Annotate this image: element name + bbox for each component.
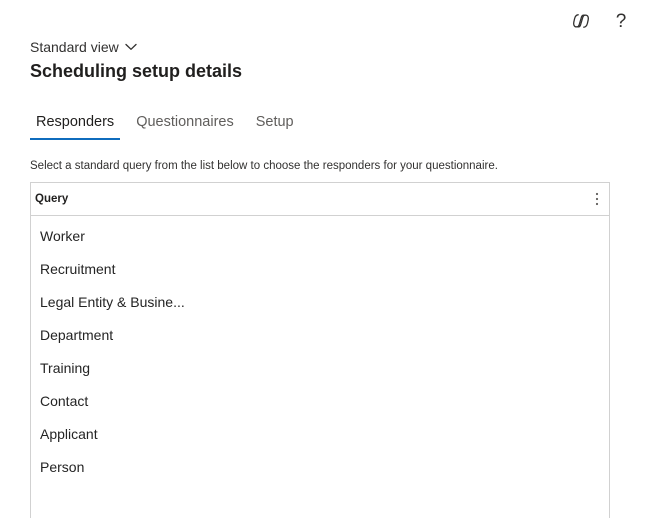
view-selector[interactable]: Standard view [30,39,137,55]
copilot-icon-graphic [573,14,589,28]
grid-row-training[interactable]: Training [31,351,609,384]
help-icon[interactable]: ? [610,10,632,32]
grid-body: Worker Recruitment Legal Entity & Busine… [31,216,609,483]
tab-setup[interactable]: Setup [250,108,300,140]
top-icon-bar: ? [570,10,632,32]
grid-row-person[interactable]: Person [31,450,609,483]
grid-header: Query [31,183,609,216]
grid-row-applicant[interactable]: Applicant [31,417,609,450]
chevron-down-icon [125,43,137,50]
grid-row-department[interactable]: Department [31,318,609,351]
tab-questionnaires[interactable]: Questionnaires [130,108,240,140]
grid-row-contact[interactable]: Contact [31,384,609,417]
column-header-query[interactable]: Query [35,193,68,205]
grid-row-legal-entity[interactable]: Legal Entity & Busine... [31,285,609,318]
view-selector-label: Standard view [30,39,119,55]
grid-row-recruitment[interactable]: Recruitment [31,252,609,285]
grid-row-worker[interactable]: Worker [31,219,609,252]
more-vertical-icon [595,192,599,206]
instruction-text: Select a standard query from the list be… [30,160,498,172]
page-title: Scheduling setup details [30,61,243,81]
copilot-icon[interactable] [570,10,592,32]
more-options-button[interactable] [591,190,603,208]
query-grid: Query Worker Recruitment Legal Entity & … [30,182,610,518]
scheduling-setup-page: ? Standard view Scheduling setup details… [0,0,646,518]
tab-list: Responders Questionnaires Setup [30,108,310,140]
tab-responders[interactable]: Responders [30,108,121,140]
